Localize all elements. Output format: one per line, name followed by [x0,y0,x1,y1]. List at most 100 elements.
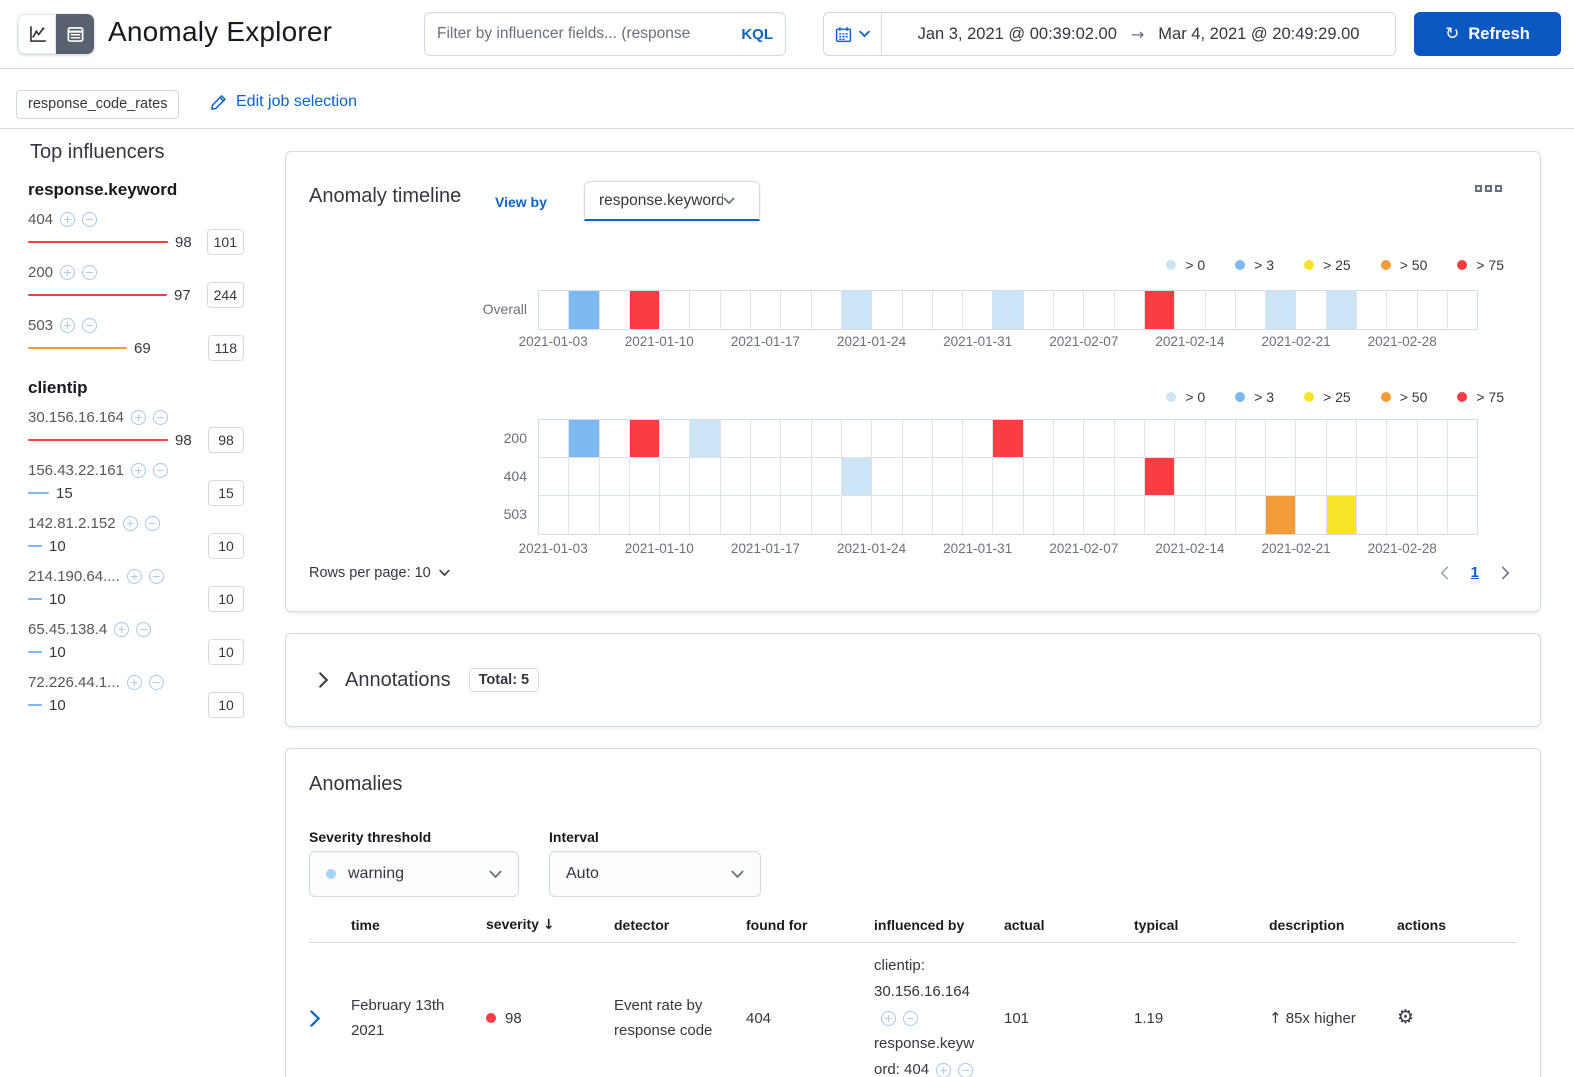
swimlane-cell[interactable] [1205,420,1236,457]
swimlane-cell[interactable] [993,420,1024,457]
add-filter-icon[interactable]: + [60,317,76,333]
rows-per-page-button[interactable]: Rows per page: 10 [309,565,450,581]
swimlane-cell[interactable] [1326,420,1358,457]
swimlane-cell[interactable] [751,496,782,534]
swimlane-cell[interactable] [811,496,842,534]
swimlane-cell[interactable] [993,291,1024,329]
swimlane-cell[interactable] [1205,291,1236,329]
swimlane-cell[interactable] [1084,420,1115,457]
add-filter-icon[interactable]: + [114,621,130,637]
refresh-button[interactable]: ↻ Refresh [1414,12,1561,56]
swimlane-cell[interactable] [1054,458,1085,495]
swimlane-cell[interactable] [690,420,721,457]
edit-job-selection-link[interactable]: Edit job selection [210,93,357,111]
swimlane-cell[interactable] [841,458,873,495]
swimlane-cell[interactable] [811,291,842,329]
swimlane-cell[interactable] [1296,496,1327,534]
swimlane-cell[interactable] [993,458,1024,495]
swimlane-cell[interactable] [1296,458,1327,495]
swimlane-cell[interactable] [569,458,600,495]
add-filter-icon[interactable]: + [60,211,76,227]
swimlane-cell[interactable] [1417,496,1448,534]
swimlane-cell[interactable] [872,291,903,329]
swimlane-cell[interactable] [932,458,964,495]
swimlane-cell[interactable] [720,458,752,495]
swimlane-cell[interactable] [811,458,842,495]
swimlane-cell[interactable] [1205,458,1236,495]
swimlane-cell[interactable] [963,458,994,495]
swimlane-cell[interactable] [1357,291,1388,329]
swimlane-cell[interactable] [1144,458,1176,495]
date-start[interactable]: Jan 3, 2021 @ 00:39:02.00 [918,25,1117,44]
swimlane-cell[interactable] [1023,496,1055,534]
chevron-right-icon[interactable] [318,672,329,688]
swimlane-cell[interactable] [993,496,1024,534]
swimlane-cell[interactable] [720,496,752,534]
swimlane-cell[interactable] [841,420,873,457]
page-number[interactable]: 1 [1471,564,1479,581]
swimlane-cell[interactable] [1266,291,1297,329]
col-typical[interactable]: typical [1134,917,1269,933]
swimlane-cell[interactable] [811,420,842,457]
swimlane-cell[interactable] [1447,420,1478,457]
swimlane-cell[interactable] [751,458,782,495]
col-time[interactable]: time [351,917,486,933]
swimlane-cell[interactable] [720,420,752,457]
swimlane-cell[interactable] [751,291,782,329]
col-influenced-by[interactable]: influenced by [874,917,1004,933]
add-filter-icon[interactable]: + [126,674,142,690]
swimlane-cell[interactable] [1114,496,1145,534]
col-severity[interactable]: severity ↓ [486,916,614,933]
swimlane-cell[interactable] [690,291,721,329]
swimlane-cell[interactable] [841,496,873,534]
swimlane-cell[interactable] [539,291,570,329]
col-found-for[interactable]: found for [746,917,874,933]
swimlane-cell[interactable] [1326,291,1358,329]
swimlane-cell[interactable] [1357,458,1388,495]
swimlane-cell[interactable] [1266,496,1297,534]
swimlane-cell[interactable] [902,420,933,457]
add-filter-icon[interactable]: + [122,515,138,531]
col-detector[interactable]: detector [614,917,746,933]
swimlane-cell[interactable] [629,420,661,457]
swimlane-cell[interactable] [1296,291,1327,329]
swimlane-cell[interactable] [902,291,933,329]
add-filter-icon[interactable]: + [130,409,146,425]
swimlane-cell[interactable] [781,291,812,329]
swimlane-cell[interactable] [1417,458,1448,495]
swimlane-cell[interactable] [1387,420,1418,457]
view-by-select[interactable]: response.keyword [584,181,760,221]
job-selection-badge[interactable]: response_code_rates [16,90,180,119]
swimlane-cell[interactable] [902,458,933,495]
swimlane-cell[interactable] [1326,496,1358,534]
swimlane-cell[interactable] [1296,420,1327,457]
swimlane-cell[interactable] [599,496,630,534]
swimlane-cell[interactable] [1084,458,1115,495]
previous-page-icon[interactable] [1440,566,1449,580]
swimlane-cell[interactable] [872,420,903,457]
swimlane-cell[interactable] [1357,496,1388,534]
remove-filter-icon[interactable]: − [958,1063,974,1077]
swimlane-cell[interactable] [1266,458,1297,495]
swimlane-cell[interactable] [539,458,570,495]
swimlane-cell[interactable] [1175,458,1206,495]
swimlane-cell[interactable] [1144,291,1176,329]
swimlane-cell[interactable] [1235,458,1267,495]
swimlane-cell[interactable] [690,496,721,534]
swimlane-cell[interactable] [1114,420,1145,457]
swimlane-cell[interactable] [1054,496,1085,534]
swimlane-cell[interactable] [781,420,812,457]
swimlane-cell[interactable] [660,420,691,457]
swimlane-cell[interactable] [1054,291,1085,329]
swimlane-cell[interactable] [1447,291,1478,329]
swimlane-cell[interactable] [872,496,903,534]
remove-filter-icon[interactable]: − [136,621,152,637]
remove-filter-icon[interactable]: − [152,409,168,425]
swimlane-cell[interactable] [751,420,782,457]
swimlane-cell[interactable] [1205,496,1236,534]
swimlane-cell[interactable] [1266,420,1297,457]
swimlane-cell[interactable] [963,291,994,329]
add-filter-icon[interactable]: + [60,264,76,280]
date-quick-select-button[interactable] [824,13,882,55]
kql-language-button[interactable]: KQL [741,26,773,43]
